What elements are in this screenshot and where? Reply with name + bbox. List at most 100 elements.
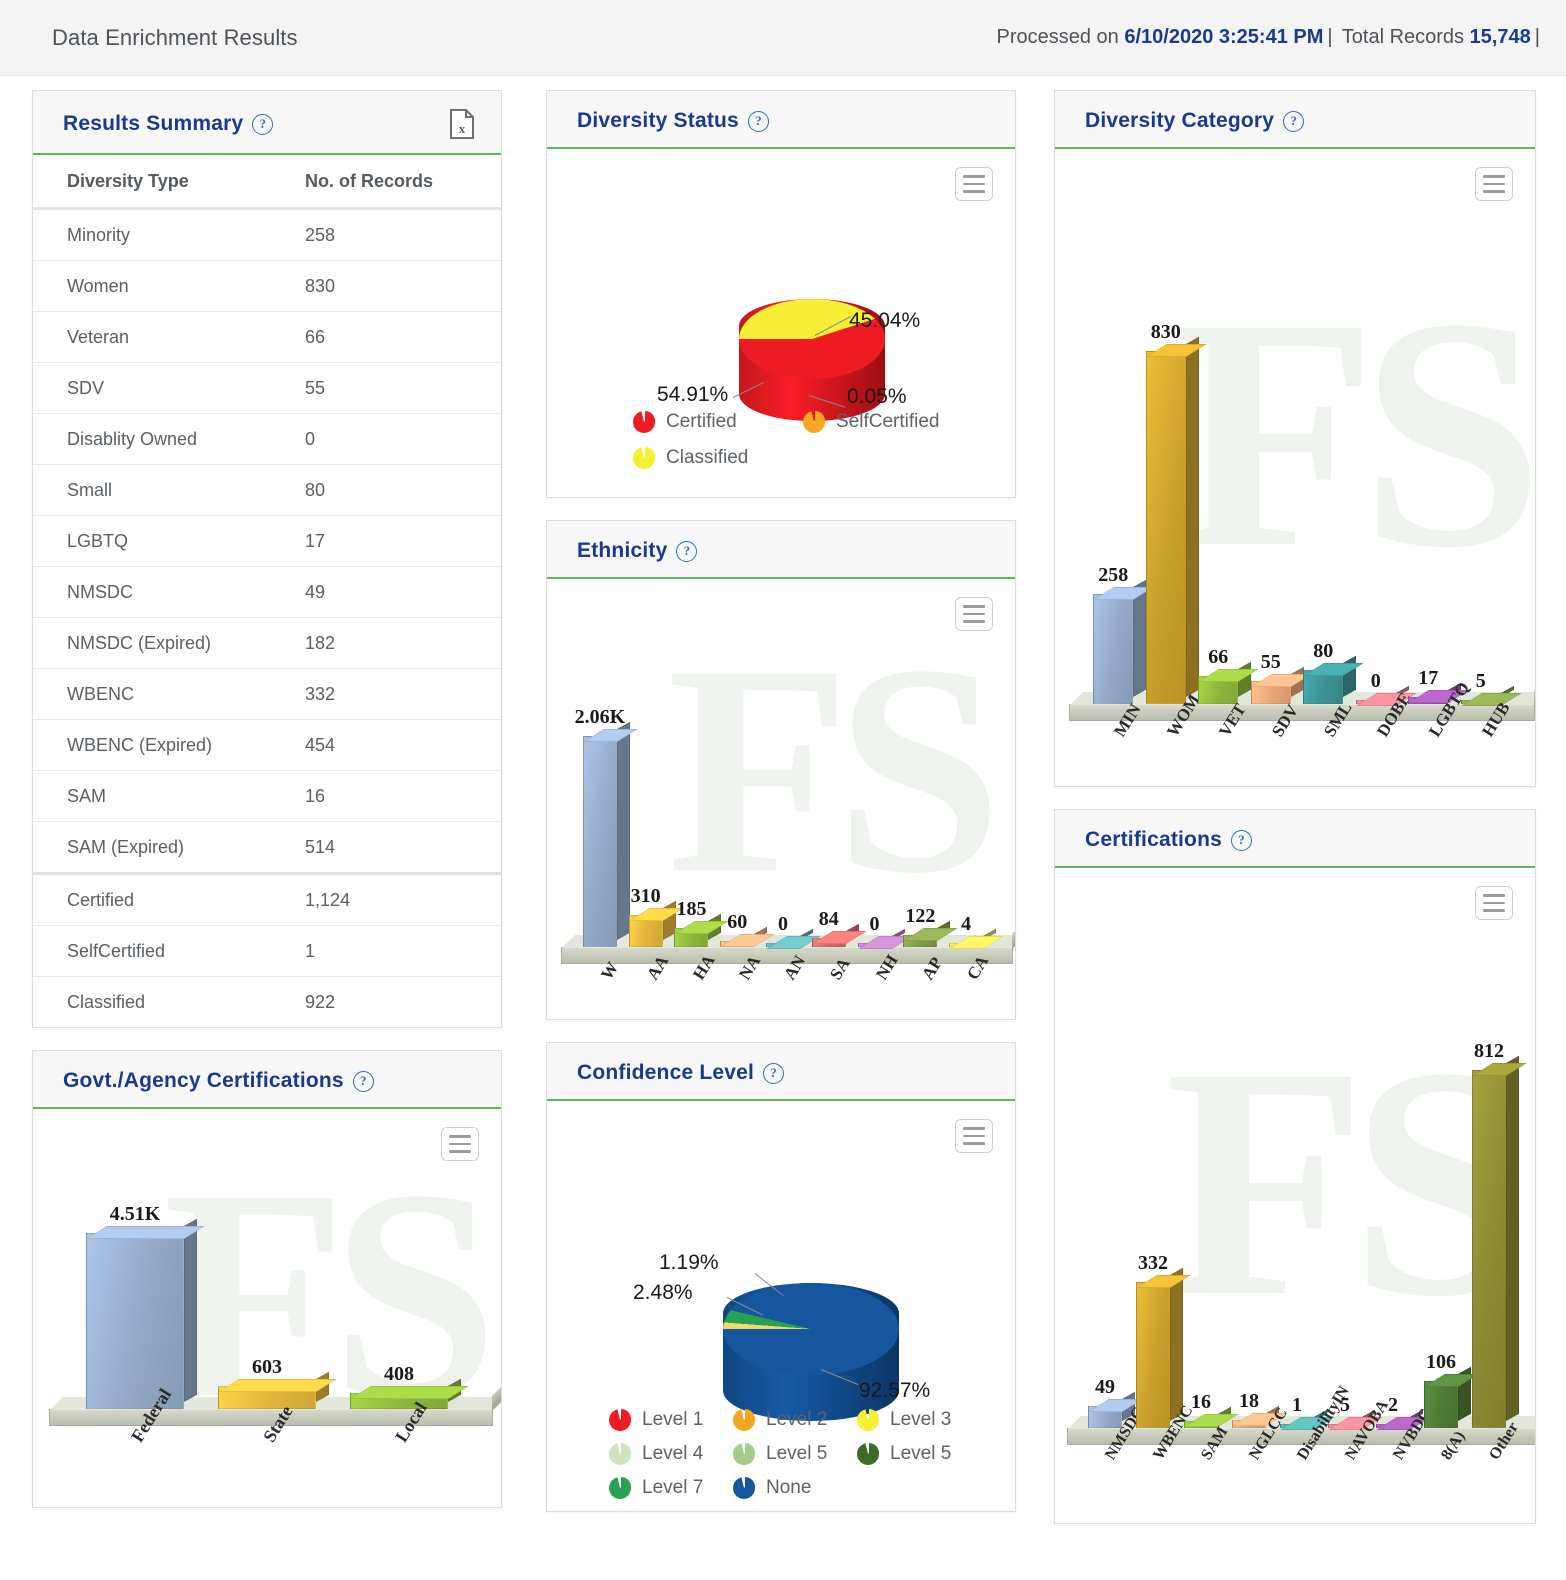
chart-bar[interactable]: 106 [1424, 1381, 1458, 1428]
bar-value-label: 332 [1138, 1252, 1168, 1275]
chart-bar[interactable]: 0 [766, 943, 800, 947]
page-header: Data Enrichment Results Processed on 6/1… [0, 0, 1566, 76]
legend-item[interactable]: Certified [633, 411, 803, 433]
chart-bar[interactable]: 80 [1303, 670, 1343, 704]
question-mark-icon[interactable]: ? [748, 111, 769, 132]
diversity-status-chart: 45.04%54.91%0.05%CertifiedSelfCertifiedC… [547, 149, 1015, 497]
hamburger-menu-icon[interactable] [955, 167, 993, 201]
bar-value-label: 84 [819, 908, 839, 931]
chart-bar[interactable]: 258 [1093, 594, 1133, 704]
chart-bar[interactable]: 310 [629, 915, 663, 947]
question-mark-icon[interactable]: ? [353, 1071, 374, 1092]
cell-diversity-type: SAM (Expired) [33, 822, 297, 874]
bar-value-label: 0 [1371, 670, 1381, 693]
table-row: WBENC332 [33, 669, 501, 720]
legend-item[interactable]: Level 5 [733, 1443, 857, 1465]
diversity-category-header: Diversity Category ? [1055, 91, 1535, 149]
chart-bar[interactable]: 812 [1472, 1070, 1506, 1428]
question-mark-icon[interactable]: ? [252, 114, 273, 135]
chart-bar[interactable]: 603 [218, 1386, 316, 1409]
chart-bar[interactable]: 4.51K [86, 1233, 184, 1409]
chart-bar[interactable]: 2 [1376, 1424, 1410, 1428]
chart-bar[interactable]: 830 [1146, 351, 1186, 704]
bar-value-label: 812 [1474, 1040, 1504, 1063]
chart-bar[interactable]: 2.06K [583, 736, 617, 947]
chart-bar[interactable]: 16 [1184, 1421, 1218, 1428]
chart-bar[interactable]: 55 [1251, 681, 1291, 704]
excel-export-icon[interactable]: x [449, 109, 475, 139]
bar-value-label: 16 [1191, 1391, 1211, 1414]
legend-item[interactable]: Level 1 [609, 1409, 733, 1431]
question-mark-icon[interactable]: ? [1283, 111, 1304, 132]
confidence-level-header: Confidence Level ? [547, 1043, 1015, 1101]
bar-face [1136, 1282, 1170, 1428]
chart-bar[interactable]: 18 [1232, 1420, 1266, 1428]
govt-agency-header: Govt./Agency Certifications ? [33, 1051, 501, 1109]
legend-label: Level 2 [766, 1409, 827, 1431]
legend-label: Level 4 [642, 1443, 703, 1465]
cell-record-count: 1,124 [297, 874, 501, 926]
legend-label: Certified [666, 411, 737, 433]
confidence-level-title: Confidence Level [577, 1061, 754, 1085]
cell-record-count: 17 [297, 516, 501, 567]
cell-record-count: 514 [297, 822, 501, 874]
question-mark-icon[interactable]: ? [676, 541, 697, 562]
chart-bar[interactable]: 60 [720, 941, 754, 947]
legend-item[interactable]: Level 3 [857, 1409, 981, 1431]
chart-bar[interactable]: 122 [903, 935, 937, 947]
bar-value-label: 17 [1418, 667, 1438, 690]
pie-slice-icon [609, 1443, 631, 1465]
hamburger-menu-icon[interactable] [441, 1127, 479, 1161]
diversity-status-card: Diversity Status ? 45.04%54.91%0.05%Cert… [546, 90, 1016, 498]
chart-bar[interactable]: 84 [812, 938, 846, 947]
bar-side [1506, 1056, 1519, 1421]
table-row: LGBTQ17 [33, 516, 501, 567]
table-row: SDV55 [33, 363, 501, 414]
bar-face [583, 736, 617, 947]
question-mark-icon[interactable]: ? [763, 1063, 784, 1084]
pie-value-label: 1.19% [659, 1251, 719, 1275]
legend-label: Level 5 [766, 1443, 827, 1465]
legend-row: Level 1 Level 2 Level 3 [609, 1409, 1015, 1431]
bar-top [674, 921, 729, 934]
diversity-category-title: Diversity Category [1085, 109, 1274, 133]
legend-item[interactable]: Level 5 [857, 1443, 981, 1465]
meta-separator-1: | [1323, 26, 1336, 48]
cell-diversity-type: Small [33, 465, 297, 516]
bar-side [184, 1219, 197, 1402]
hamburger-menu-icon[interactable] [1475, 886, 1513, 920]
legend-item[interactable]: Level 7 [609, 1477, 733, 1499]
legend-item[interactable]: Level 4 [609, 1443, 733, 1465]
column-middle: Diversity Status ? 45.04%54.91%0.05%Cert… [546, 90, 1016, 1546]
certifications-title-group: Certifications ? [1085, 828, 1252, 852]
legend-item[interactable]: Level 2 [733, 1409, 857, 1431]
question-mark-icon[interactable]: ? [1231, 830, 1252, 851]
chart-bar[interactable]: 408 [350, 1393, 448, 1409]
ethnicity-header: Ethnicity ? [547, 521, 1015, 579]
legend-item[interactable]: SelfCertified [803, 411, 973, 433]
chart-bar[interactable]: 4 [949, 943, 983, 947]
legend-item[interactable]: Classified [633, 447, 803, 469]
hamburger-menu-icon[interactable] [1475, 167, 1513, 201]
chart-bar[interactable]: 5 [1328, 1424, 1362, 1428]
table-row: Small80 [33, 465, 501, 516]
hamburger-menu-icon[interactable] [955, 1119, 993, 1153]
bar-top [218, 1379, 337, 1392]
svg-text:x: x [459, 121, 466, 136]
bar-value-label: 49 [1095, 1376, 1115, 1399]
chart-bar[interactable]: 1 [1280, 1424, 1314, 1428]
hamburger-menu-icon[interactable] [955, 597, 993, 631]
legend-item[interactable]: None [733, 1477, 857, 1499]
chart-bar[interactable]: 332 [1136, 1282, 1170, 1428]
chart-legend: Level 1 Level 2 Level 3 Level 4 Level 5 Level… [547, 1409, 1015, 1511]
total-records-label: Total Records [1342, 26, 1464, 48]
bar-value-label: 2.06K [575, 706, 626, 729]
chart-bar[interactable]: 185 [674, 928, 708, 947]
dashboard-grid: Results Summary ? x Diversity Type No. o… [0, 76, 1566, 1546]
bar-value-label: 310 [631, 885, 661, 908]
cell-diversity-type: Women [33, 261, 297, 312]
bar-side [617, 722, 630, 940]
chart-bar[interactable]: 49 [1088, 1406, 1122, 1428]
chart-bar[interactable]: 0 [858, 943, 892, 947]
cell-record-count: 332 [297, 669, 501, 720]
